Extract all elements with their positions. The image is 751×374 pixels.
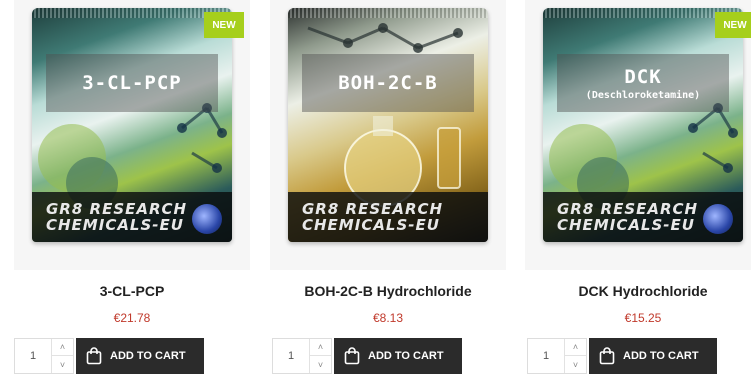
product-card: 3-CL-PCP GR8 RESEARCH CHEMICALS-EU NEW 3… bbox=[14, 0, 250, 374]
package-title: DCK bbox=[624, 65, 662, 88]
chevron-up-icon[interactable]: ˄ bbox=[51, 339, 73, 356]
quantity-input[interactable]: 1 bbox=[273, 339, 309, 373]
new-badge: NEW bbox=[715, 12, 751, 38]
chevron-down-icon[interactable]: ˅ bbox=[51, 356, 73, 373]
add-to-cart-button[interactable]: ADD TO CART bbox=[589, 338, 717, 374]
brand-seal-icon bbox=[192, 204, 222, 234]
product-name[interactable]: BOH-2C-B Hydrochloride bbox=[270, 283, 506, 299]
product-package-image: BOH-2C-B GR8 RESEARCH CHEMICALS-EU bbox=[288, 8, 488, 242]
quantity-stepper[interactable]: 1 ˄ ˅ bbox=[14, 338, 74, 374]
add-to-cart-label: ADD TO CART bbox=[368, 350, 444, 362]
new-badge: NEW bbox=[204, 12, 244, 38]
quantity-stepper[interactable]: 1 ˄ ˅ bbox=[527, 338, 587, 374]
package-subtitle: (Deschloroketamine) bbox=[585, 89, 701, 101]
add-to-cart-button[interactable]: ADD TO CART bbox=[334, 338, 462, 374]
chevron-up-icon[interactable]: ˄ bbox=[309, 339, 331, 356]
product-grid: 3-CL-PCP GR8 RESEARCH CHEMICALS-EU NEW 3… bbox=[0, 0, 751, 374]
quantity-input[interactable]: 1 bbox=[15, 339, 51, 373]
product-image[interactable]: BOH-2C-B GR8 RESEARCH CHEMICALS-EU bbox=[270, 0, 506, 270]
quantity-stepper[interactable]: 1 ˄ ˅ bbox=[272, 338, 332, 374]
shopping-bag-icon bbox=[344, 347, 360, 365]
product-card: DCK (Deschloroketamine) GR8 RESEARCH CHE… bbox=[525, 0, 751, 374]
product-package-image: DCK (Deschloroketamine) GR8 RESEARCH CHE… bbox=[543, 8, 743, 242]
product-name[interactable]: DCK Hydrochloride bbox=[525, 283, 751, 299]
product-package-image: 3-CL-PCP GR8 RESEARCH CHEMICALS-EU bbox=[32, 8, 232, 242]
add-to-cart-button[interactable]: ADD TO CART bbox=[76, 338, 204, 374]
product-price: €15.25 bbox=[624, 311, 662, 325]
product-image[interactable]: 3-CL-PCP GR8 RESEARCH CHEMICALS-EU NEW bbox=[14, 0, 250, 270]
product-price: €21.78 bbox=[113, 311, 151, 325]
shopping-bag-icon bbox=[86, 347, 102, 365]
product-card: BOH-2C-B GR8 RESEARCH CHEMICALS-EU BOH-2… bbox=[270, 0, 506, 374]
add-to-cart-label: ADD TO CART bbox=[110, 350, 186, 362]
package-title: BOH-2C-B bbox=[338, 72, 438, 94]
package-title: 3-CL-PCP bbox=[82, 72, 182, 94]
shopping-bag-icon bbox=[599, 347, 615, 365]
product-image[interactable]: DCK (Deschloroketamine) GR8 RESEARCH CHE… bbox=[525, 0, 751, 270]
chevron-down-icon[interactable]: ˅ bbox=[309, 356, 331, 373]
product-price: €8.13 bbox=[372, 311, 404, 325]
chevron-down-icon[interactable]: ˅ bbox=[564, 356, 586, 373]
quantity-input[interactable]: 1 bbox=[528, 339, 564, 373]
package-brand: GR8 RESEARCH CHEMICALS-EU bbox=[288, 192, 488, 242]
add-to-cart-label: ADD TO CART bbox=[623, 350, 699, 362]
product-name[interactable]: 3-CL-PCP bbox=[14, 283, 250, 299]
chevron-up-icon[interactable]: ˄ bbox=[564, 339, 586, 356]
brand-seal-icon bbox=[703, 204, 733, 234]
